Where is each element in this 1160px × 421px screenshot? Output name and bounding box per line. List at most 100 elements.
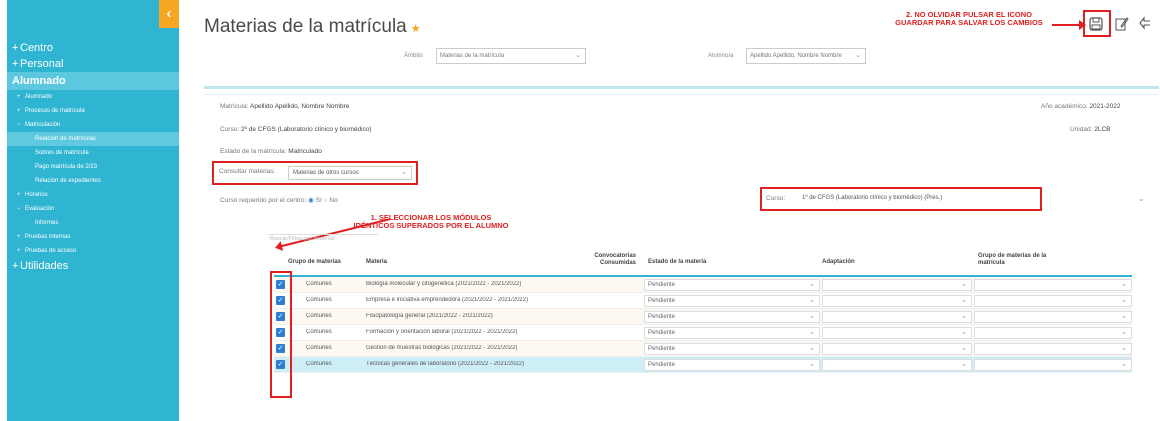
table-search[interactable] [268, 234, 378, 235]
sidebar-item-centro[interactable]: + Centro [7, 40, 179, 56]
sidebar-item-label: Relación de expedientes [35, 178, 101, 184]
chevron-down-icon: ⌄ [575, 52, 581, 59]
ambito-select[interactable]: Materias de la matrícula ⌄ [436, 48, 586, 64]
sidebar-item-informes[interactable]: Informes [7, 216, 179, 230]
materias-table: Grupo de materias Materia Convocatorias … [274, 247, 1132, 373]
sidebar-item-utilidades[interactable]: + Utilidades [7, 258, 179, 274]
cell-materia: Empresa e iniciativa emprendedora (2021/… [366, 297, 529, 303]
estado-select-value: Pendiente [648, 298, 676, 304]
table-row[interactable]: ✓ Comunes Formación y orientación labora… [274, 325, 1132, 341]
adaptacion-select[interactable]: ⌄ [822, 295, 972, 307]
sidebar-item-personal[interactable]: + Personal [7, 56, 179, 72]
highlight-curso-box [760, 187, 1042, 211]
matricula-info: Matrícula: Apellido Apellido, Nombre Nom… [220, 103, 349, 110]
grupo-matricula-select[interactable]: ⌄ [974, 327, 1132, 339]
annotation-arrow [277, 217, 391, 248]
table-row[interactable]: ✓ Comunes Biología molecular y citogenét… [274, 277, 1132, 293]
cell-grupo: Comunes [306, 345, 332, 351]
sidebar-item-label: Sobres de matrícula [35, 150, 89, 156]
th-materia[interactable]: Materia [366, 259, 387, 266]
anio-label: Año académico: [1041, 103, 1088, 110]
th-grupo[interactable]: Grupo de materias [288, 259, 341, 266]
estado-select-value: Pendiente [648, 314, 676, 320]
table-row[interactable]: ✓ Comunes Técnicas generales de laborato… [274, 357, 1132, 373]
chevron-down-icon: ⌄ [809, 329, 815, 336]
chevron-left-icon[interactable]: ‹ [159, 0, 179, 28]
sidebar-item-pruebas-internas[interactable]: + Pruebas internas [7, 230, 179, 244]
star-icon[interactable]: ★ [411, 23, 421, 35]
grupo-matricula-select[interactable]: ⌄ [974, 279, 1132, 291]
sidebar-item-expedientes[interactable]: Relación de expedientes [7, 174, 179, 188]
sidebar-item-pruebas-acceso[interactable]: + Pruebas de acceso [7, 244, 179, 258]
chevron-down-icon: ⌄ [961, 281, 967, 288]
sidebar-item-label: Centro [20, 42, 54, 54]
estado-select-value: Pendiente [648, 362, 676, 368]
table-row[interactable]: ✓ Comunes Empresa e iniciativa emprended… [274, 293, 1132, 309]
sidebar-item-horarios[interactable]: + Horarios [7, 188, 179, 202]
estado-select[interactable]: Pendiente ⌄ [644, 327, 820, 339]
th-estado[interactable]: Estado de la materia [648, 259, 706, 266]
unidad-value: 2LCB [1094, 126, 1111, 133]
sidebar-item-alumnado[interactable]: Alumnado [7, 72, 179, 90]
table-row[interactable]: ✓ Comunes Fisiopatología general (2021/2… [274, 309, 1132, 325]
sidebar: ‹ + Centro + Personal Alumnado + Alumnado +… [7, 0, 179, 421]
radio-si-label: Sí [315, 197, 322, 204]
adaptacion-select[interactable]: ⌄ [822, 359, 972, 371]
th-adaptacion[interactable]: Adaptación [822, 259, 855, 266]
estado-select[interactable]: Pendiente ⌄ [644, 279, 820, 291]
th-convocatorias[interactable]: Convocatorias Consumidas [592, 253, 636, 267]
unidad-info: Unidad: 2LCB [1070, 126, 1110, 133]
section-divider [204, 86, 1159, 89]
radio-no[interactable]: ○ [324, 197, 328, 204]
sidebar-item-pago[interactable]: Pago matrícula de 2/23 [7, 160, 179, 174]
table-row[interactable]: ✓ Comunes Gestión de muestras biológicas… [274, 341, 1132, 357]
sidebar-item-label: Relación de matrículas [35, 136, 97, 142]
adaptacion-select[interactable]: ⌄ [822, 279, 972, 291]
cell-grupo: Comunes [306, 361, 332, 367]
anio-info: Año académico: 2021-2022 [1041, 103, 1121, 110]
chevron-down-icon: ⌄ [1121, 313, 1127, 320]
alumno-select[interactable]: Apellido Apellido, Nombre Nombre ⌄ [746, 48, 866, 64]
matricula-value: Apellido Apellido, Nombre Nombre [250, 103, 350, 110]
sidebar-item-relacion-matriculas[interactable]: Relación de matrículas [7, 132, 179, 146]
sidebar-item-label: Alumnado [25, 94, 53, 100]
grupo-matricula-select[interactable]: ⌄ [974, 343, 1132, 355]
cell-materia: Gestión de muestras biológicas (2021/202… [366, 345, 518, 351]
grupo-matricula-select[interactable]: ⌄ [974, 359, 1132, 371]
cell-materia: Biología molecular y citogenética (2021/… [366, 281, 522, 287]
estado-value: Matriculado [288, 148, 322, 155]
cell-grupo: Comunes [306, 297, 332, 303]
estado-select[interactable]: Pendiente ⌄ [644, 311, 820, 323]
sidebar-item-matriculacion[interactable]: − Matriculación [7, 118, 179, 132]
chevron-down-icon: ⌄ [1121, 361, 1127, 368]
estado-label: Estado de la matrícula: [220, 148, 287, 155]
sidebar-nav: + Centro + Personal Alumnado + Alumnado + Pr… [7, 40, 179, 274]
adaptacion-select[interactable]: ⌄ [822, 327, 972, 339]
sidebar-item-label: Pruebas de acceso [25, 248, 77, 254]
cell-grupo: Comunes [306, 313, 332, 319]
chevron-down-icon: ⌄ [961, 361, 967, 368]
chevron-down-icon[interactable]: ⌄ [1138, 194, 1156, 203]
sidebar-item-label: Evaluación [25, 206, 55, 212]
radio-si[interactable]: ◉ [308, 197, 314, 204]
sidebar-item-alumnado-sub[interactable]: + Alumnado [7, 90, 179, 104]
edit-icon[interactable] [1110, 12, 1134, 36]
estado-select[interactable]: Pendiente ⌄ [644, 359, 820, 371]
back-icon[interactable] [1134, 12, 1158, 36]
sidebar-item-label: Utilidades [20, 260, 69, 272]
estado-select[interactable]: Pendiente ⌄ [644, 343, 820, 355]
sidebar-item-evaluacion[interactable]: − Evaluación [7, 202, 179, 216]
grupo-matricula-select[interactable]: ⌄ [974, 295, 1132, 307]
cell-grupo: Comunes [306, 281, 332, 287]
table-search-hint: Buscar/Filtrar por materias [270, 236, 335, 242]
grupo-matricula-select[interactable]: ⌄ [974, 311, 1132, 323]
table-header: Grupo de materias Materia Convocatorias … [274, 247, 1132, 277]
sidebar-item-label: Matriculación [25, 122, 61, 128]
sidebar-item-sobres[interactable]: Sobres de matrícula [7, 146, 179, 160]
estado-select[interactable]: Pendiente ⌄ [644, 295, 820, 307]
adaptacion-select[interactable]: ⌄ [822, 311, 972, 323]
th-grupo-matricula[interactable]: Grupo de materias de la matrícula [978, 253, 1058, 267]
adaptacion-select[interactable]: ⌄ [822, 343, 972, 355]
cell-grupo: Comunes [306, 329, 332, 335]
sidebar-item-procesos[interactable]: + Procesos de matrícula [7, 104, 179, 118]
